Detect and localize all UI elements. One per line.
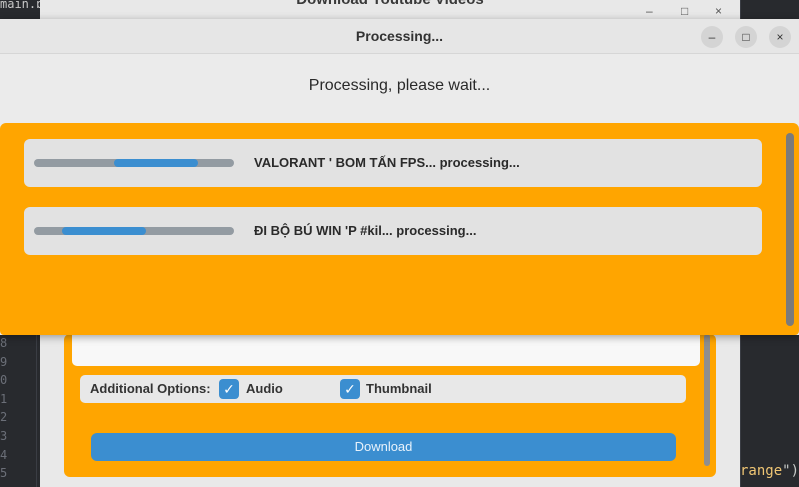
additional-options-row: Additional Options: ✓ Audio ✓ Thumbnail [80, 375, 686, 403]
processing-item: VALORANT ' BOM TẤN FPS... processing... [24, 139, 762, 187]
line-number-gutter: 8 9 0 1 2 3 4 5 [0, 334, 32, 483]
audio-checkbox[interactable]: ✓ [219, 379, 239, 399]
processing-status-text: Processing, please wait... [308, 77, 491, 94]
list-scrollbar[interactable] [786, 133, 794, 326]
line-number: 9 [0, 354, 8, 369]
checkmark-icon: ✓ [223, 381, 235, 397]
line-number: 8 [0, 336, 8, 350]
processing-item-label: VALORANT ' BOM TẤN FPS... processing... [254, 155, 520, 170]
maximize-button[interactable]: □ [735, 26, 757, 48]
processing-dialog-title: Processing... [355, 28, 444, 44]
processing-dialog: Processing... – □ × Processing, please w… [0, 19, 799, 335]
line-number: 5 [0, 466, 8, 481]
line-number: 1 [0, 391, 8, 406]
bg-close-icon[interactable]: × [715, 4, 722, 18]
bg-maximize-icon[interactable]: □ [681, 4, 688, 18]
download-options-panel: Additional Options: ✓ Audio ✓ Thumbnail … [64, 334, 716, 477]
close-button[interactable]: × [769, 26, 791, 48]
download-window-title: Download Youtube Videos [296, 0, 484, 8]
line-number: 2 [0, 410, 8, 425]
line-number: 4 [0, 447, 8, 462]
bg-minimize-icon[interactable]: – [646, 4, 653, 18]
processing-item-label: ĐI BỘ BÚ WIN 'P #kil... processing... [254, 223, 477, 238]
additional-options-label: Additional Options: [90, 381, 211, 396]
audio-label: Audio [246, 381, 283, 396]
code-fragment-word: range [739, 463, 783, 479]
progress-bar-fill [114, 159, 198, 167]
progress-bar [34, 159, 234, 167]
progress-bar [34, 227, 234, 235]
code-fragment: range") [740, 463, 799, 479]
checkmark-icon: ✓ [344, 381, 356, 397]
url-textarea[interactable] [72, 334, 700, 366]
minimize-button[interactable]: – [701, 26, 723, 48]
processing-dialog-titlebar: Processing... – □ × [0, 19, 799, 54]
gutter-divider [36, 334, 37, 487]
thumbnail-checkbox[interactable]: ✓ [340, 379, 360, 399]
line-number: 0 [0, 373, 8, 388]
processing-list-panel: VALORANT ' BOM TẤN FPS... processing... … [0, 123, 799, 335]
line-number: 3 [0, 428, 8, 443]
download-button[interactable]: Download [91, 433, 676, 461]
thumbnail-label: Thumbnail [366, 381, 432, 396]
code-fragment-paren: ") [782, 463, 799, 479]
panel-scrollbar[interactable] [704, 334, 710, 466]
progress-bar-fill [62, 227, 146, 235]
processing-item: ĐI BỘ BÚ WIN 'P #kil... processing... [24, 207, 762, 255]
